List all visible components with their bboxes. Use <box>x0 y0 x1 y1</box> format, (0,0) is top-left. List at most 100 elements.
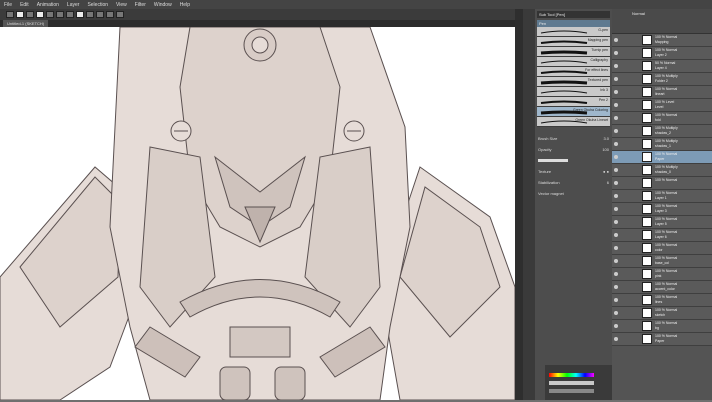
layer-row[interactable]: 100 % Multiply Folder 2 <box>612 73 712 86</box>
layer-row[interactable]: 100 % Normal Layer 5 <box>612 216 712 229</box>
layer-row[interactable]: 50 % Normal Layer 4 <box>612 60 712 73</box>
menu-view[interactable]: View <box>112 2 131 8</box>
layer-blend-info: 100 % Normal <box>655 295 678 299</box>
menu-help[interactable]: Help <box>176 2 194 8</box>
visibility-eye-icon[interactable] <box>614 285 618 289</box>
layer-row[interactable]: 100 % Normal Mapping <box>612 34 712 47</box>
layer-row[interactable]: 100 % Normal Layer 1 <box>612 190 712 203</box>
visibility-eye-icon[interactable] <box>614 142 618 146</box>
layer-row[interactable]: 100 % Normal Layer 6 <box>612 229 712 242</box>
visibility-eye-icon[interactable] <box>614 259 618 263</box>
brush-item[interactable]: Textured pen <box>537 77 610 87</box>
save-icon[interactable] <box>36 11 44 18</box>
layer-row[interactable]: 100 % Normal color <box>612 242 712 255</box>
layer-row[interactable]: 100 % Normal Layer 2 <box>612 47 712 60</box>
layer-row[interactable]: 100 % Normal Layer 3 <box>612 203 712 216</box>
new-icon[interactable] <box>16 11 24 18</box>
layer-row[interactable]: 100 % Normal bg <box>612 320 712 333</box>
brush-item[interactable]: Pen 2 <box>537 97 610 107</box>
visibility-eye-icon[interactable] <box>614 155 618 159</box>
menu-window[interactable]: Window <box>150 2 176 8</box>
brush-item[interactable]: Mapping pen <box>537 37 610 47</box>
visibility-eye-icon[interactable] <box>614 272 618 276</box>
layer-blend-info: 100 % Normal <box>655 178 678 182</box>
visibility-eye-icon[interactable] <box>614 324 618 328</box>
layer-row[interactable]: 100 % Normal sketch <box>612 307 712 320</box>
visibility-eye-icon[interactable] <box>614 77 618 81</box>
color-palette[interactable] <box>545 365 612 400</box>
visibility-eye-icon[interactable] <box>614 64 618 68</box>
layer-name: Paper <box>655 339 665 343</box>
layer-row[interactable]: 100 % Level Level <box>612 99 712 112</box>
deselect-icon[interactable] <box>86 11 94 18</box>
visibility-eye-icon[interactable] <box>614 246 618 250</box>
layer-row[interactable]: 100 % Normal lines <box>612 294 712 307</box>
canvas-vertical-scrollbar[interactable] <box>515 9 523 400</box>
visibility-eye-icon[interactable] <box>614 51 618 55</box>
visibility-eye-icon[interactable] <box>614 38 618 42</box>
visibility-eye-icon[interactable] <box>614 337 618 341</box>
brush-item[interactable]: For effect lines <box>537 67 610 77</box>
layer-row[interactable]: 100 % Normal pink <box>612 268 712 281</box>
visibility-eye-icon[interactable] <box>614 90 618 94</box>
layer-row[interactable]: 100 % Normal fold <box>612 112 712 125</box>
menu-selection[interactable]: Selection <box>83 2 112 8</box>
drawing-canvas[interactable] <box>0 27 515 400</box>
color-gradient-swatches[interactable] <box>545 365 612 400</box>
visibility-eye-icon[interactable] <box>614 181 618 185</box>
stabilization-value[interactable]: 6 <box>607 180 609 185</box>
open-icon[interactable] <box>26 11 34 18</box>
visibility-eye-icon[interactable] <box>614 103 618 107</box>
layer-row[interactable]: 100 % Multiply shadow_0 <box>612 164 712 177</box>
app-icon[interactable] <box>6 11 14 18</box>
layer-blend-info: 100 % Level <box>655 100 675 104</box>
clear-icon[interactable] <box>66 11 74 18</box>
brush-item[interactable]: G-pen <box>537 27 610 37</box>
layer-row[interactable]: 100 % Normal Paper <box>612 151 712 164</box>
transform-icon[interactable] <box>76 11 84 18</box>
undo-icon[interactable] <box>46 11 54 18</box>
menu-filter[interactable]: Filter <box>131 2 150 8</box>
redo-icon[interactable] <box>56 11 64 18</box>
invert-icon[interactable] <box>106 11 114 18</box>
visibility-eye-icon[interactable] <box>614 311 618 315</box>
brush-item[interactable]: Turnip pen <box>537 47 610 57</box>
menu-edit[interactable]: Edit <box>16 2 33 8</box>
fill-icon[interactable] <box>116 11 124 18</box>
brush-item[interactable]: Ink 3 <box>537 87 610 97</box>
opacity-slider[interactable] <box>538 159 568 162</box>
visibility-eye-icon[interactable] <box>614 116 618 120</box>
brush-item[interactable]: Green Okuha Coloring <box>537 107 610 117</box>
visibility-eye-icon[interactable] <box>614 207 618 211</box>
brush-item[interactable]: Green Okuha Lineart <box>537 117 610 127</box>
brush-stroke-preview <box>540 100 588 104</box>
subtool-tab-pen[interactable]: Pen <box>537 20 610 27</box>
layer-row[interactable]: 100 % Normal <box>612 177 712 190</box>
blend-mode-select[interactable]: Normal <box>632 11 645 16</box>
visibility-eye-icon[interactable] <box>614 220 618 224</box>
visibility-eye-icon[interactable] <box>614 168 618 172</box>
visibility-eye-icon[interactable] <box>614 129 618 133</box>
layer-row[interactable]: 100 % Normal Paper <box>612 333 712 346</box>
layer-row[interactable]: 100 % Multiply shadow_2 <box>612 125 712 138</box>
crop-icon[interactable] <box>96 11 104 18</box>
layer-row[interactable]: 100 % Multiply shadow_1 <box>612 138 712 151</box>
layer-row[interactable]: 100 % Normal lineart <box>612 86 712 99</box>
document-tab[interactable]: Untitled-1 (SKETCH) <box>3 20 49 27</box>
layer-blend-info: 100 % Normal <box>655 308 678 312</box>
visibility-eye-icon[interactable] <box>614 233 618 237</box>
brush-item[interactable]: Calligraphy <box>537 57 610 67</box>
texture-swatch-icon[interactable]: ● ● <box>603 169 609 174</box>
opacity-value[interactable]: 100 <box>602 147 609 152</box>
brush-size-value[interactable]: 3.0 <box>603 136 609 141</box>
layer-name: pink <box>655 274 662 278</box>
layer-row[interactable]: 100 % Normal accent_color <box>612 281 712 294</box>
visibility-eye-icon[interactable] <box>614 298 618 302</box>
layer-name: shadow_2 <box>655 131 671 135</box>
layer-name: bg <box>655 326 659 330</box>
menu-layer[interactable]: Layer <box>63 2 84 8</box>
menu-file[interactable]: File <box>0 2 16 8</box>
layer-row[interactable]: 100 % Normal base_col <box>612 255 712 268</box>
menu-animation[interactable]: Animation <box>33 2 63 8</box>
visibility-eye-icon[interactable] <box>614 194 618 198</box>
